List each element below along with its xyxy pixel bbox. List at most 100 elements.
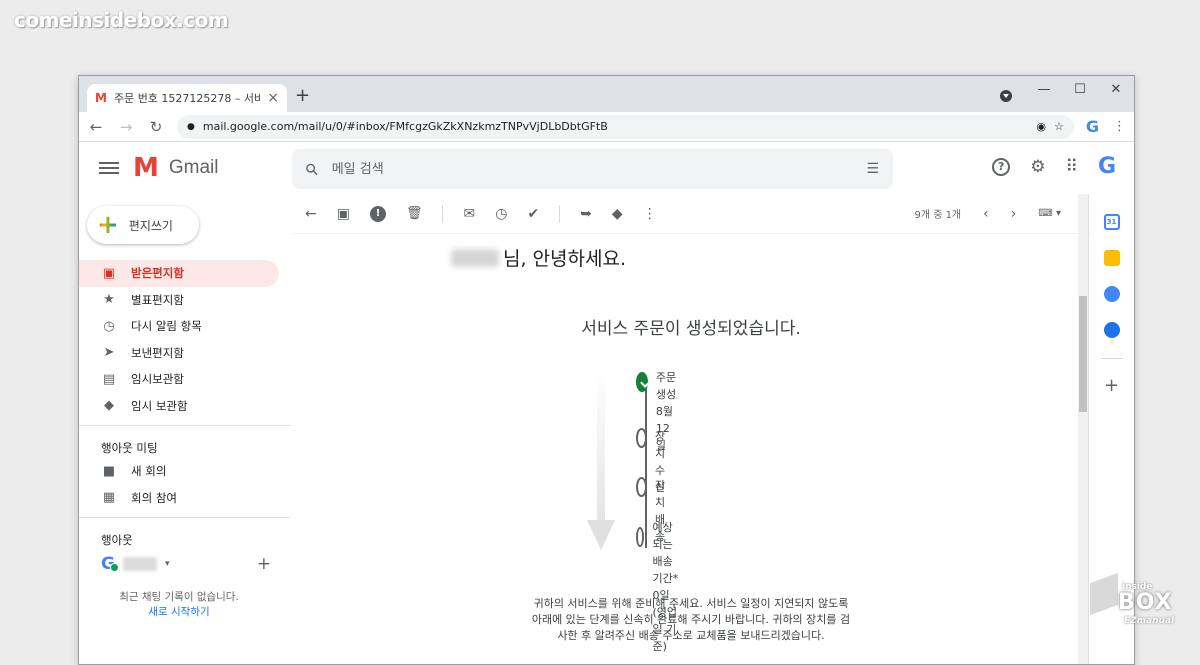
sidebar-item-inbox[interactable]: ▣ 받은편지함 [79, 260, 279, 287]
label-as-icon[interactable]: ◆ [612, 206, 623, 222]
help-icon[interactable]: ? [992, 157, 1011, 176]
pagination-count: 9개 중 1개 [914, 210, 962, 221]
move-to-icon[interactable]: ➥ [580, 206, 592, 222]
maximize-button[interactable]: ☐ [1062, 82, 1098, 97]
search-bar: ⚲ ☰ [292, 149, 893, 189]
calendar-icon[interactable]: 31 [1103, 214, 1120, 230]
tab-close-icon[interactable]: × [267, 90, 279, 106]
hangouts-user[interactable]: G ▾ + [79, 550, 291, 578]
email-action-bar: ← ▣ ! 🗑 ✉ ◷ ✔ ➥ ◆ ⋮ 9개 중 1개 ‹ › ⌨ ▾ [291, 194, 1091, 234]
add-task-icon[interactable]: ✔ [527, 206, 539, 222]
report-spam-icon[interactable]: ! [369, 205, 386, 222]
sidebar-item-sent[interactable]: ➤ 보낸편지함 [79, 340, 279, 367]
toolbar-separator [559, 204, 561, 223]
lock-icon: ● [187, 121, 195, 132]
main-menu-icon[interactable] [99, 159, 119, 177]
keep-icon[interactable] [1103, 250, 1120, 266]
input-tools-icon[interactable]: ⌨ ▾ [1038, 208, 1061, 219]
account-avatar[interactable]: G [1098, 154, 1116, 179]
hangouts-avatar: G [101, 554, 119, 574]
compose-button[interactable]: + 편지쓰기 [87, 206, 199, 244]
sidebar-item-starred[interactable]: ★ 별표편지함 [79, 287, 279, 314]
compose-plus-icon: + [97, 210, 119, 240]
insidebox-logo: inside BOX EZmanual [1090, 572, 1184, 638]
prev-email-icon[interactable]: ‹ [983, 206, 989, 222]
meet-item-label: 새 회의 [131, 464, 167, 479]
check-circle-icon [636, 372, 648, 392]
blurred-recipient-name [451, 248, 499, 267]
browser-tab[interactable]: M 주문 번호 1527125278 – 서비스 × [87, 84, 287, 112]
settings-icon[interactable]: ⚙ [1030, 157, 1045, 177]
apps-icon[interactable]: ⠿ [1065, 157, 1077, 177]
step-title: 예상되는 배송 기간* [652, 521, 679, 585]
progress-arrow-icon [587, 372, 615, 552]
next-email-icon[interactable]: › [1011, 206, 1017, 222]
window-controls: — ☐ ✕ [1026, 76, 1134, 102]
minimize-button[interactable]: — [1026, 82, 1062, 97]
search-options-icon[interactable]: ☰ [866, 161, 879, 177]
pagination: 9개 중 1개 ‹ › ⌨ ▾ [914, 206, 1061, 222]
keyboard-icon: ▦ [102, 490, 116, 506]
logo-text: BOX [1118, 590, 1173, 615]
gmail-header: M Gmail ⚲ ☰ ? ⚙ ⠿ G [79, 142, 1134, 194]
divider [79, 425, 291, 426]
blurred-username [122, 557, 157, 571]
empty-circle-icon [636, 527, 645, 547]
chevron-down-icon[interactable]: ▾ [165, 559, 170, 569]
tab-title: 주문 번호 1527125278 – 서비스 [113, 92, 261, 105]
back-button[interactable]: ← [87, 118, 105, 136]
sidebar-item-label: 보낸편지함 [131, 345, 184, 360]
eye-icon[interactable]: ◉ [1036, 120, 1046, 133]
mark-unread-icon[interactable]: ✉ [463, 206, 475, 222]
browser-window: M 주문 번호 1527125278 – 서비스 × + — ☐ ✕ ← → ↻… [78, 75, 1135, 665]
gmail-favicon-icon: M [95, 91, 107, 105]
close-window-button[interactable]: ✕ [1098, 82, 1134, 97]
sidebar-item-snoozed[interactable]: ◷ 다시 알림 항목 [79, 313, 279, 340]
back-to-inbox-icon[interactable]: ← [305, 206, 317, 222]
profile-icon[interactable]: G [1086, 117, 1099, 136]
meet-item-label: 회의 참여 [131, 490, 177, 505]
divider [79, 517, 291, 518]
snooze-icon[interactable]: ◷ [495, 206, 507, 222]
watermark-text: comeinsidebox.com [14, 8, 229, 32]
add-hangout-button[interactable]: + [257, 554, 271, 574]
email-view: ← ▣ ! 🗑 ✉ ◷ ✔ ➥ ◆ ⋮ 9개 중 1개 ‹ › ⌨ ▾ 님, 안… [291, 194, 1091, 664]
gmail-logo[interactable]: M Gmail [133, 153, 219, 183]
tab-strip: M 주문 번호 1527125278 – 서비스 × + — ☐ ✕ [79, 76, 1134, 112]
meet-section-title: 행아웃 미팅 [101, 441, 158, 455]
delete-icon[interactable]: 🗑 [406, 206, 423, 221]
archive-icon[interactable]: ▣ [337, 206, 350, 222]
tasks-icon[interactable] [1103, 286, 1120, 302]
search-icon[interactable]: ⚲ [301, 158, 323, 180]
gmail-wordmark: Gmail [168, 157, 219, 178]
new-meeting-item[interactable]: ■ 새 회의 [79, 458, 279, 485]
star-icon: ★ [103, 292, 115, 308]
join-meeting-item[interactable]: ▦ 회의 참여 [79, 485, 279, 512]
clock-icon: ◷ [103, 318, 115, 334]
reload-button[interactable]: ↻ [147, 118, 165, 136]
gmail-m-icon: M [133, 153, 159, 183]
logo-text: EZmanual [1124, 616, 1175, 626]
sidebar-item-label: 받은편지함 [131, 266, 184, 281]
email-scrollbar[interactable] [1078, 194, 1088, 664]
url-text[interactable]: mail.google.com/mail/u/0/#inbox/FMfcgzGk… [203, 120, 1029, 133]
tab-search-icon[interactable] [1000, 90, 1012, 102]
contacts-icon[interactable] [1103, 322, 1120, 338]
new-tab-button[interactable]: + [295, 85, 310, 106]
scrollbar-thumb[interactable] [1079, 296, 1087, 412]
browser-menu-icon[interactable]: ⋮ [1113, 119, 1126, 134]
search-input[interactable] [331, 161, 853, 177]
start-chat-link[interactable]: 새로 시작하기 [148, 606, 209, 618]
more-options-icon[interactable]: ⋮ [643, 206, 657, 222]
chat-empty-state: 최근 채팅 기록이 없습니다. 새로 시작하기 [79, 590, 279, 620]
order-headline: 서비스 주문이 생성되었습니다. [581, 319, 801, 339]
email-footer-text: 귀하의 서비스를 위해 준비해 주세요. 서비스 일정이 지연되지 않도록 아래… [291, 596, 1091, 644]
toolbar-separator [442, 204, 444, 223]
forward-button[interactable]: → [117, 118, 135, 136]
sidebar-item-label: 임시보관함 [131, 372, 184, 387]
sidebar-item-label-temp[interactable]: ◆ 임시 보관함 [79, 393, 279, 420]
sidebar-item-drafts[interactable]: ▤ 임시보관함 [79, 366, 279, 393]
bookmark-star-icon[interactable]: ☆ [1054, 120, 1064, 133]
address-bar[interactable]: ● mail.google.com/mail/u/0/#inbox/FMfcgz… [177, 114, 1074, 139]
get-addons-button[interactable]: + [1089, 375, 1134, 396]
